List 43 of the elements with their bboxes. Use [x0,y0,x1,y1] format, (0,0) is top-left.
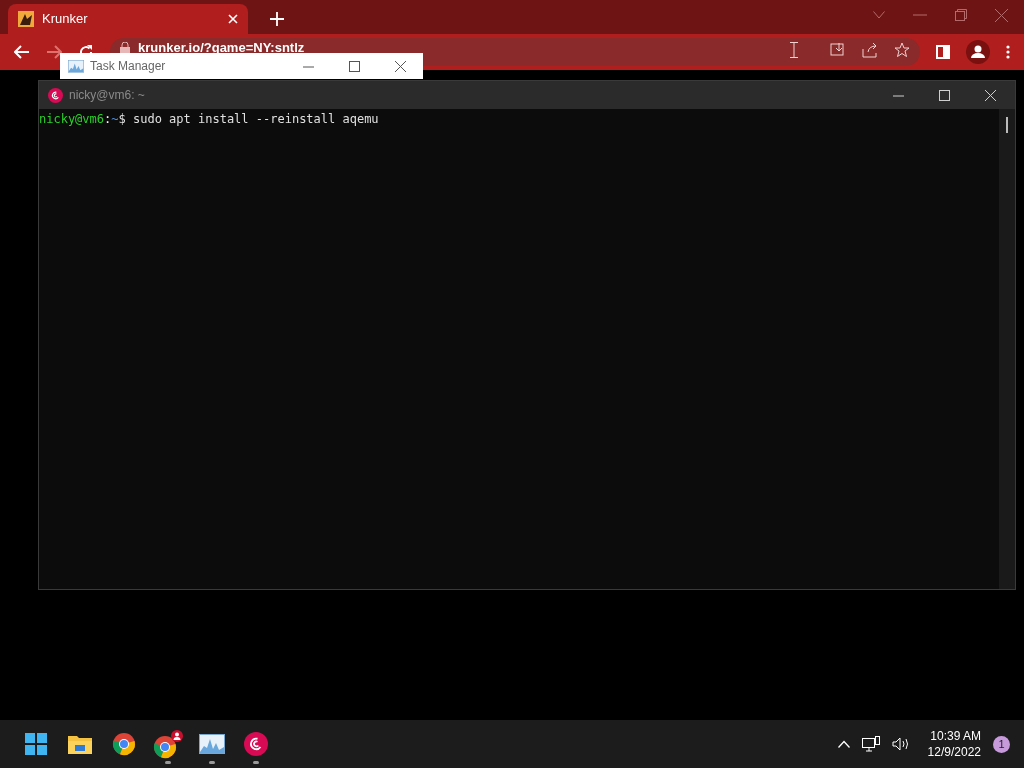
scrollbar[interactable] [999,109,1015,589]
url-text: krunker.io/?game=NY:sntlz [138,42,305,54]
lock-icon [120,42,130,54]
swirl-app-icon [244,732,268,756]
back-icon[interactable] [14,45,30,59]
folder-icon[interactable] [67,733,93,755]
install-icon[interactable] [830,42,846,58]
tab-search-icon[interactable] [873,11,885,19]
swirl-icon [48,87,63,103]
browser-tab[interactable]: Krunker [8,4,248,34]
volume-icon[interactable] [891,737,910,751]
restore-icon[interactable] [955,9,967,21]
notification-badge[interactable]: 1 [993,735,1010,753]
maximize-icon [938,89,950,101]
menu-icon[interactable] [1006,45,1010,59]
browser-icon[interactable] [112,732,136,756]
close-icon [984,89,996,101]
close-tab-icon[interactable] [228,14,238,24]
tab-title: Krunker [42,10,89,29]
close-icon [394,60,406,72]
chart-icon [68,59,84,73]
clock-time[interactable]: 10:39 AM [930,728,981,744]
text-cursor-icon [790,42,798,58]
close-icon[interactable] [995,8,1008,22]
clock-date[interactable]: 12/9/2022 [927,744,981,760]
terminal-app-icon[interactable] [244,732,268,756]
terminal-line: nicky@vm6:~$ sudo apt install --reinstall aqemu [39,111,380,128]
running-indicator [165,761,171,764]
maximize-icon [348,60,360,72]
running-indicator [209,761,215,764]
profile-icon[interactable] [966,40,990,64]
start-icon[interactable] [24,732,48,756]
share-icon[interactable] [862,42,878,58]
game-icon [18,11,34,27]
window-title: nicky@vm6: ~ [69,87,146,104]
side-panel-icon[interactable] [936,45,950,59]
star-icon[interactable] [894,42,910,58]
running-indicator [253,761,259,764]
network-icon[interactable] [861,736,880,752]
chevron-up-icon[interactable] [837,740,850,748]
new-tab-icon[interactable] [270,12,284,26]
forward-icon[interactable] [46,45,62,59]
browser-profile-icon[interactable] [153,729,183,759]
